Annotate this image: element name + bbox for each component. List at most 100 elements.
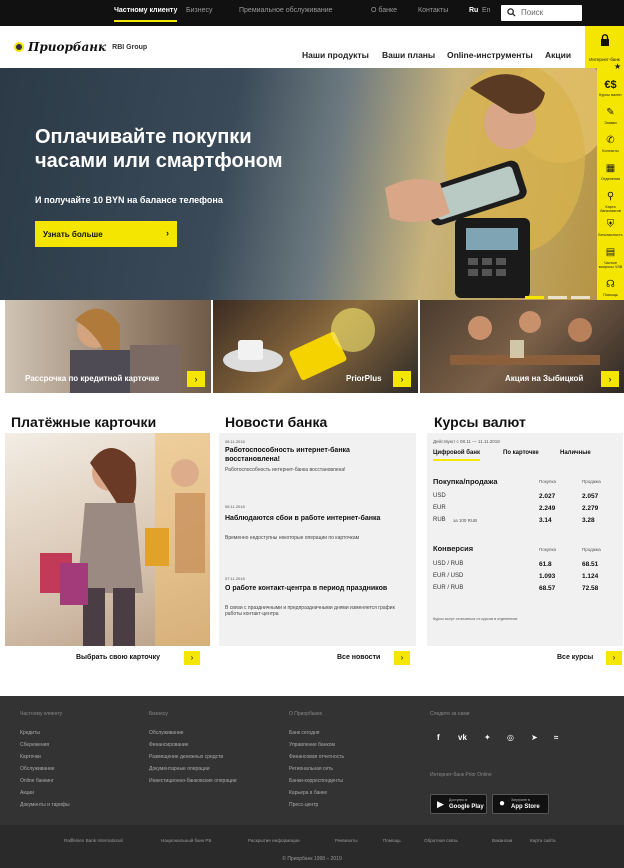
lang-ru[interactable]: Ru [469, 7, 478, 14]
footer-col-heading[interactable]: Бизнесу [149, 711, 168, 717]
footer-bottom-link[interactable]: Обратная связь [424, 838, 458, 843]
tab-business[interactable]: Бизнесу [186, 7, 212, 14]
footer-link[interactable]: Online банкинг [20, 778, 54, 784]
rates-tab-cash[interactable]: Наличные [560, 450, 591, 456]
footer-bottom-link[interactable]: Вакансии [492, 838, 512, 843]
footer-link[interactable]: Документы и тарифы [20, 802, 70, 808]
carousel-dot[interactable] [548, 296, 567, 299]
footer-link[interactable]: Банки-корреспонденты [289, 778, 343, 784]
arrow-right-icon[interactable]: › [393, 371, 411, 387]
footer-bottom-link[interactable]: Карта сайта [530, 838, 556, 843]
footer-link[interactable]: Акции [20, 790, 34, 796]
col-sell: Продажа [582, 547, 601, 552]
news-date: 08.11.2018 [225, 439, 245, 444]
currency-note: за 100 RUB [453, 518, 478, 523]
telegram-icon[interactable]: ➤ [531, 733, 538, 742]
nav-online-tools[interactable]: Online-инструменты [447, 50, 533, 60]
rate-sell: 2.057 [582, 493, 599, 500]
footer-bottom-link[interactable]: Реквизиты [335, 838, 358, 843]
sidebar-item-security[interactable]: ⛨ Безопасность [597, 216, 624, 243]
footer-col-heading[interactable]: О Приорбанке [289, 711, 322, 717]
footer-link[interactable]: Управление банком [289, 742, 335, 748]
tab-premium[interactable]: Премиальное обслуживание [239, 7, 333, 14]
instagram-icon[interactable]: ◎ [507, 733, 514, 742]
quick-sidebar: ★ €$ Курсы валют ✎ Заявки ✆ Контакты ▦ Отдел… [597, 62, 624, 304]
nav-plans[interactable]: Ваши планы [382, 50, 435, 60]
footer-link[interactable]: Банк сегодня [289, 730, 319, 736]
arrow-right-icon[interactable]: › [184, 651, 200, 665]
rss-icon[interactable]: ≈ [554, 733, 558, 742]
footer-link[interactable]: Обслуживание [20, 766, 55, 772]
news-item-title[interactable]: Работоспособность интернет-банка восстан… [225, 446, 405, 464]
vk-icon[interactable]: vk [458, 733, 467, 742]
arrow-right-icon[interactable]: › [601, 371, 619, 387]
bank-logo[interactable]: Приорбанк RBI Group [14, 40, 147, 54]
app-store-badge[interactable]: ● Загрузите в App Store [492, 794, 549, 814]
all-news-link[interactable]: Все новости [337, 654, 380, 661]
sidebar-item-rates[interactable]: €$ Курсы валют [597, 76, 624, 103]
footer-bottom-link[interactable]: Раскрытие информации [248, 838, 300, 843]
hero-banner[interactable]: Оплачивайте покупки часами или смартфоном… [0, 68, 597, 300]
choose-card-link[interactable]: Выбрать свою карточку [76, 654, 160, 661]
star-icon[interactable]: ★ [614, 62, 621, 71]
learn-more-button[interactable]: Узнать больше › [35, 221, 177, 247]
nav-products[interactable]: Наши продукты [302, 50, 369, 60]
sidebar-item-branches[interactable]: ▦ Отделения [597, 160, 624, 187]
footer-col-heading: Следите за нами [430, 711, 470, 717]
currency-code: USD [433, 493, 446, 499]
footer-link[interactable]: Документарные операции [149, 766, 210, 772]
footer-link[interactable]: Пресс-центр [289, 802, 318, 808]
lang-en[interactable]: En [482, 7, 491, 14]
news-item-title[interactable]: О работе контакт-центра в период праздни… [225, 584, 405, 593]
promo-priorplus[interactable]: PriorPlus › [213, 300, 418, 393]
arrow-right-icon[interactable]: › [187, 371, 205, 387]
arrow-right-icon[interactable]: › [394, 651, 410, 665]
sidebar-item-requests[interactable]: ✎ Заявки [597, 104, 624, 131]
footer-link[interactable]: Кредиты [20, 730, 40, 736]
search-input[interactable]: Поиск [501, 5, 582, 21]
cards-title: Платёжные карточки [11, 414, 157, 430]
cards-promo-image[interactable] [5, 433, 210, 646]
apple-icon: ● [499, 798, 506, 809]
footer-bottom-link[interactable]: Raiffeisen Bank International [64, 838, 123, 843]
rate-sell: 3.28 [582, 517, 595, 524]
promo-zybitskaya[interactable]: Акция на Зыбицкой › [420, 300, 624, 393]
rates-tab-digital[interactable]: Цифровой банк [433, 450, 480, 461]
sidebar-item-help[interactable]: ☊ Помощь [597, 276, 624, 303]
shopping-woman-illustration [40, 433, 210, 646]
sidebar-item-atm-map[interactable]: ⚲ Карта банкоматов [597, 188, 624, 215]
carousel-dot[interactable] [525, 296, 544, 299]
footer-link[interactable]: Региональная сеть [289, 766, 333, 772]
promo-installments[interactable]: Рассрочка по кредитной карточке › [5, 300, 211, 393]
footer-col-heading[interactable]: Частному клиенту [20, 711, 62, 717]
footer-link[interactable]: Инвестиционно-банковские операции [149, 778, 237, 784]
tab-private-clients[interactable]: Частному клиенту [114, 7, 178, 22]
footer-link[interactable]: Финансирование [149, 742, 188, 748]
rates-tab-card[interactable]: По карточке [503, 450, 539, 456]
carousel-dot[interactable] [571, 296, 590, 299]
top-bar: Частному клиенту Бизнесу Премиальное обс… [0, 0, 624, 26]
link-about[interactable]: О банке [371, 7, 397, 14]
nav-promotions[interactable]: Акции [545, 50, 571, 60]
footer-link[interactable]: Карьера в банке [289, 790, 327, 796]
google-play-badge[interactable]: ▶ Доступно в Google Play [430, 794, 487, 814]
arrow-right-icon[interactable]: › [606, 651, 622, 665]
apps-heading: Интернет-банк Prior Online [430, 772, 492, 778]
footer-link[interactable]: Обслуживание [149, 730, 184, 736]
footer-link[interactable]: Размещение денежных средств [149, 754, 223, 760]
link-contacts[interactable]: Контакты [418, 7, 448, 14]
copyright: © Приорбанк 1998 – 2019 [282, 856, 342, 862]
footer-bottom-link[interactable]: Помощь [383, 838, 401, 843]
hero-illustration [385, 68, 597, 298]
footer-link[interactable]: Карточки [20, 754, 41, 760]
news-item-title[interactable]: Наблюдаются сбои в работе интернет-банка [225, 514, 405, 523]
footer-bottom-link[interactable]: Национальный банк РБ [161, 838, 211, 843]
footer-link[interactable]: Финансовая отчетность [289, 754, 344, 760]
sidebar-item-contacts[interactable]: ✆ Контакты [597, 132, 624, 159]
news-date: 08.11.2018 [225, 504, 245, 509]
sidebar-item-faq[interactable]: ▤ Частые вопросы ЧЗВ [597, 244, 624, 271]
all-rates-link[interactable]: Все курсы [557, 654, 593, 661]
twitter-icon[interactable]: ✦ [484, 733, 491, 742]
footer-link[interactable]: Сбережения [20, 742, 49, 748]
facebook-icon[interactable]: f [437, 733, 440, 742]
